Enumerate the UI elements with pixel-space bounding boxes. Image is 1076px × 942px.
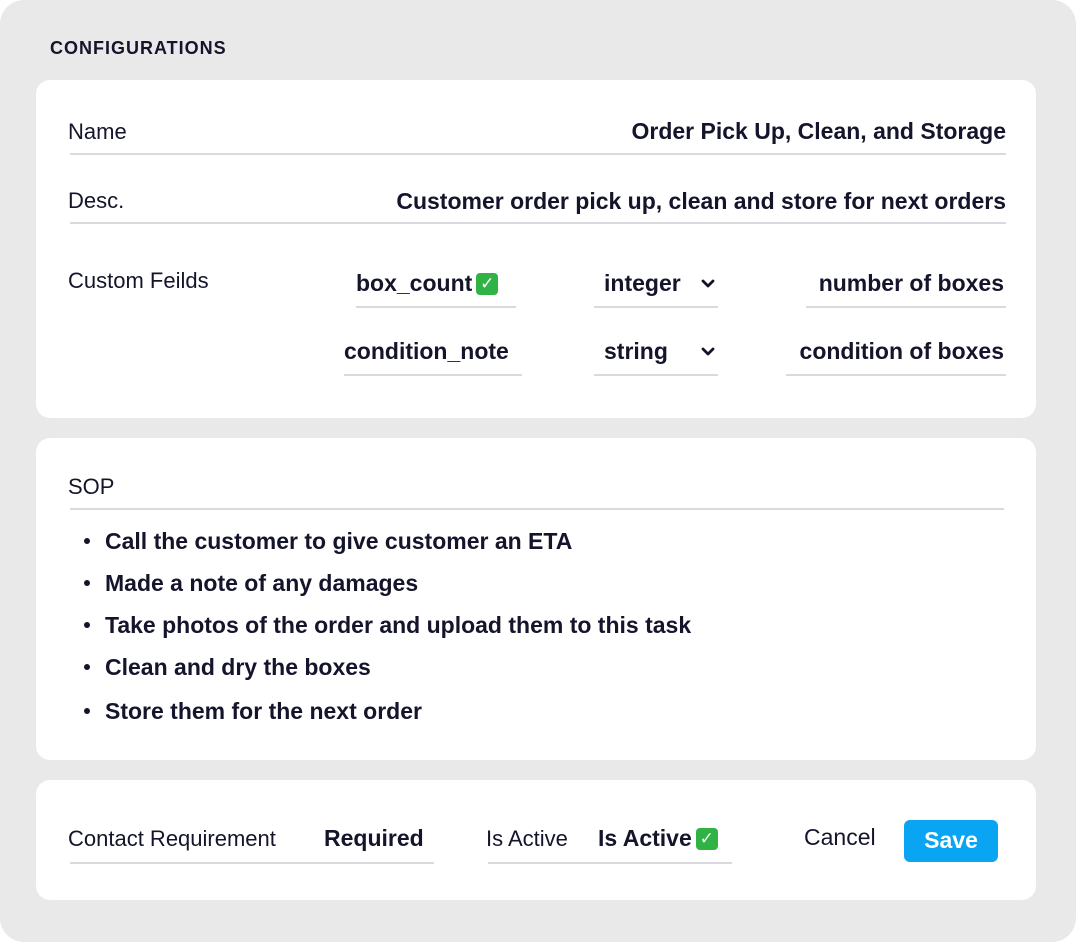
is-active-field[interactable]: Is Active ✓ bbox=[598, 825, 718, 852]
sop-list-item: Call the customer to give customer an ET… bbox=[84, 526, 691, 568]
configurations-panel: CONFIGURATIONS Name Order Pick Up, Clean… bbox=[0, 0, 1076, 942]
custom-field-description-input[interactable]: condition of boxes bbox=[800, 338, 1004, 365]
footer-card: Contact Requirement Required Is Active I… bbox=[36, 780, 1036, 900]
sop-item-text: Made a note of any damages bbox=[105, 570, 419, 596]
check-mark-icon[interactable]: ✓ bbox=[695, 828, 718, 850]
name-label: Name bbox=[68, 119, 127, 144]
sop-label: SOP bbox=[68, 474, 115, 499]
check-mark-icon[interactable]: ✓ bbox=[476, 273, 499, 295]
contact-requirement-underline bbox=[70, 862, 434, 864]
name-underline bbox=[70, 153, 1006, 155]
sop-list[interactable]: Call the customer to give customer an ET… bbox=[84, 526, 691, 738]
sop-underline bbox=[70, 508, 1004, 510]
custom-field-key: box_count bbox=[356, 270, 473, 296]
desc-underline bbox=[70, 222, 1006, 224]
bullet-icon bbox=[84, 664, 90, 670]
sop-item-text: Clean and dry the boxes bbox=[105, 654, 371, 680]
custom-fields-label: Custom Feilds bbox=[68, 268, 209, 293]
save-button[interactable]: Save bbox=[904, 820, 998, 862]
contact-requirement-label: Contact Requirement bbox=[68, 826, 276, 851]
cancel-button[interactable]: Cancel bbox=[804, 824, 876, 851]
custom-field-key-input[interactable]: box_count ✓ bbox=[356, 270, 499, 297]
sop-list-item: Clean and dry the boxes bbox=[84, 652, 691, 694]
custom-field-type-underline bbox=[594, 306, 718, 308]
desc-field[interactable]: Customer order pick up, clean and store … bbox=[396, 188, 1006, 215]
custom-field-key-underline bbox=[356, 306, 516, 308]
sop-list-item: Take photos of the order and upload them… bbox=[84, 610, 691, 652]
desc-label: Desc. bbox=[68, 188, 125, 213]
bullet-icon bbox=[84, 580, 90, 586]
chevron-down-icon[interactable] bbox=[700, 279, 716, 289]
is-active-underline bbox=[488, 862, 732, 864]
bullet-icon bbox=[84, 538, 90, 544]
custom-field-key-underline bbox=[344, 374, 522, 376]
custom-field-description-input[interactable]: number of boxes bbox=[819, 270, 1004, 297]
sop-item-text: Call the customer to give customer an ET… bbox=[105, 528, 573, 554]
custom-field-description-underline bbox=[806, 306, 1006, 308]
name-field[interactable]: Order Pick Up, Clean, and Storage bbox=[632, 118, 1007, 145]
bullet-icon bbox=[84, 622, 90, 628]
sop-item-text: Store them for the next order bbox=[105, 698, 422, 724]
sop-list-item: Made a note of any damages bbox=[84, 568, 691, 610]
custom-field-type-underline bbox=[594, 374, 718, 376]
chevron-down-icon[interactable] bbox=[700, 347, 716, 357]
section-title: CONFIGURATIONS bbox=[50, 38, 227, 58]
custom-field-type-select[interactable]: integer bbox=[604, 270, 681, 297]
sop-list-item: Store them for the next order bbox=[84, 696, 691, 738]
bullet-icon bbox=[84, 708, 90, 714]
custom-field-key-input[interactable]: condition_note bbox=[344, 338, 509, 365]
is-active-value: Is Active bbox=[598, 825, 692, 851]
sop-card: SOP Call the customer to give customer a… bbox=[36, 438, 1036, 760]
custom-field-description-underline bbox=[786, 374, 1006, 376]
is-active-label: Is Active bbox=[486, 826, 568, 851]
sop-item-text: Take photos of the order and upload them… bbox=[105, 612, 692, 638]
custom-field-type-select[interactable]: string bbox=[604, 338, 668, 365]
config-card: Name Order Pick Up, Clean, and Storage D… bbox=[36, 80, 1036, 418]
contact-requirement-field[interactable]: Required bbox=[324, 825, 424, 852]
